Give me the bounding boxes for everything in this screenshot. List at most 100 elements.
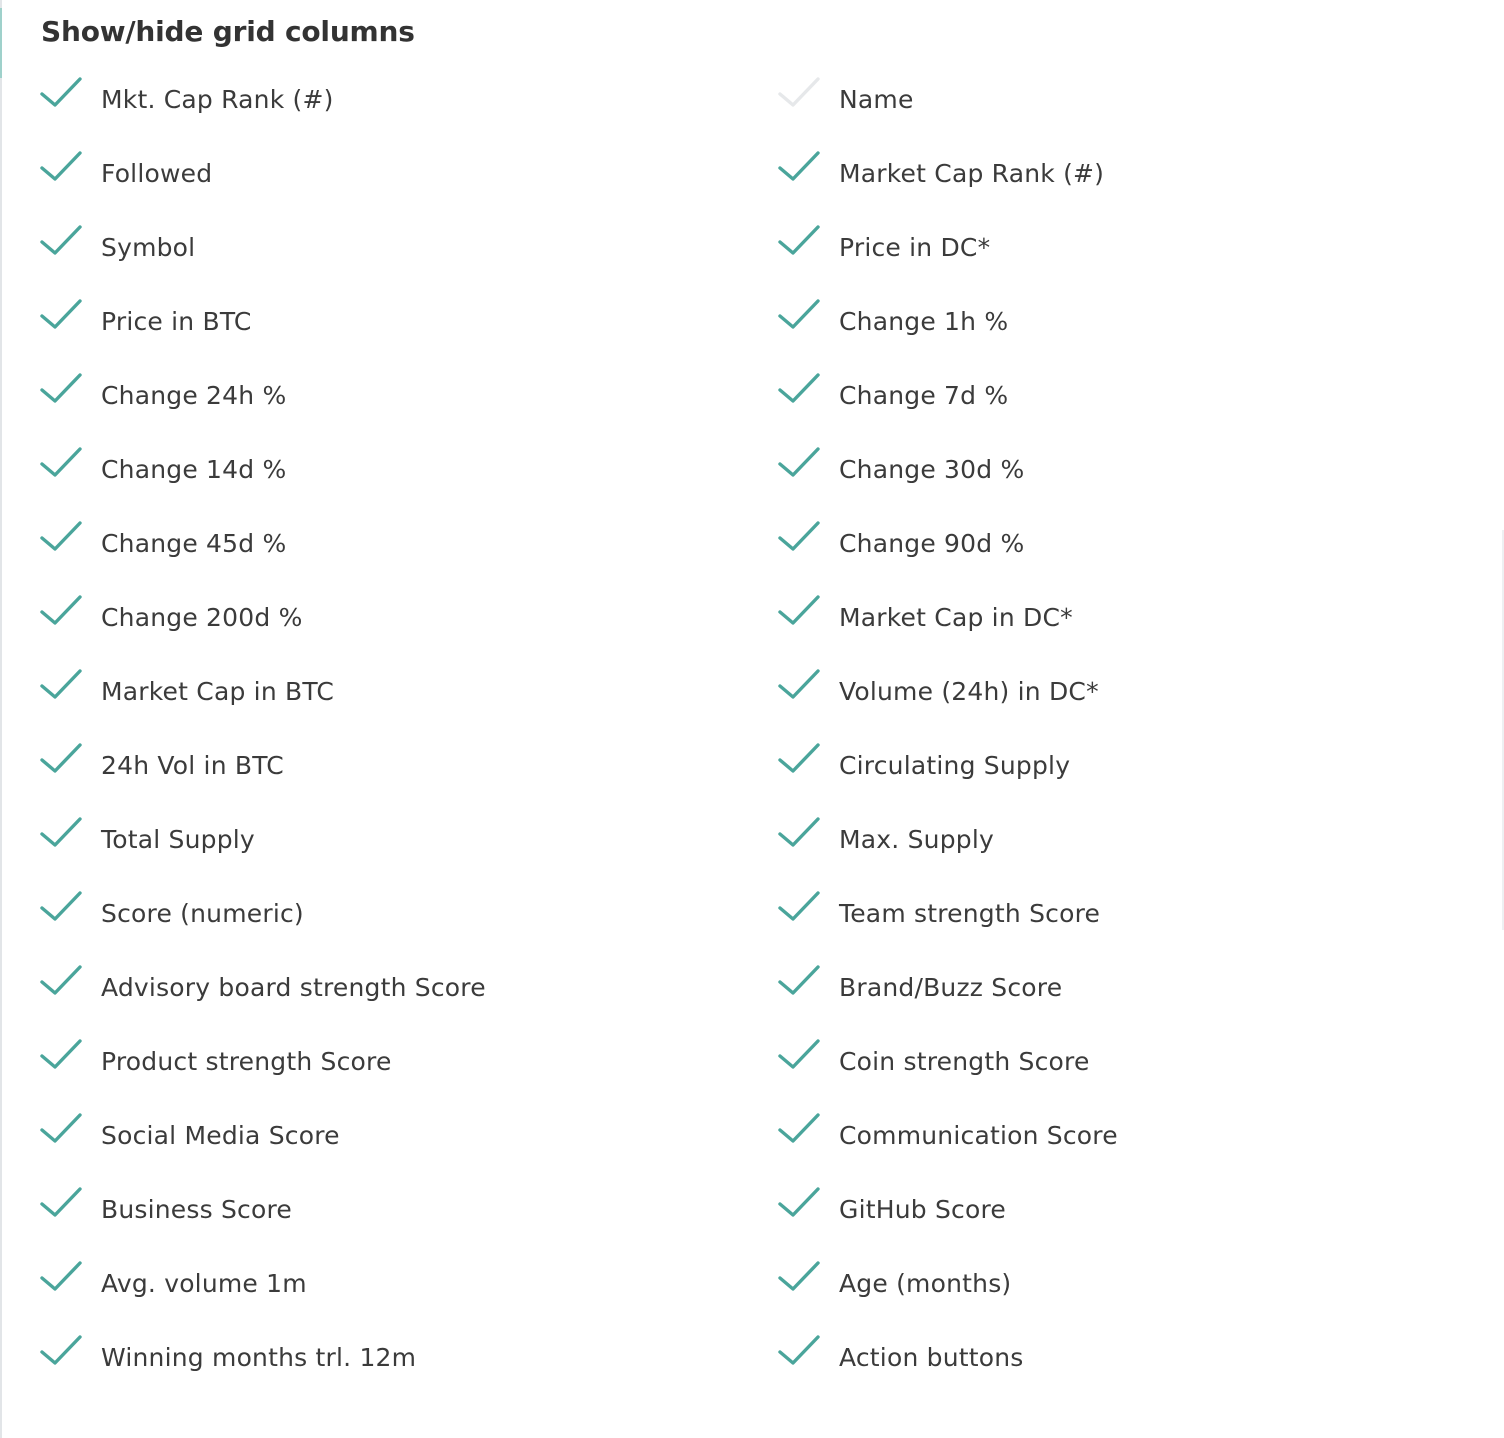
column-option-winning-months-trl-12m[interactable]: Winning months trl. 12m <box>38 1322 738 1396</box>
column-option-advisory-board-strength-score[interactable]: Advisory board strength Score <box>38 952 738 1026</box>
column-option-label: Mkt. Cap Rank (#) <box>101 85 334 114</box>
checkmark-icon <box>778 1039 820 1069</box>
column-option-label: Name <box>839 85 914 114</box>
column-option-label: Advisory board strength Score <box>101 973 486 1002</box>
column-option-24h-vol-in-btc[interactable]: 24h Vol in BTC <box>38 730 738 804</box>
column-option-team-strength-score[interactable]: Team strength Score <box>776 878 1476 952</box>
column-option-age-months[interactable]: Age (months) <box>776 1248 1476 1322</box>
column-option-market-cap-in-dc[interactable]: Market Cap in DC* <box>776 582 1476 656</box>
column-option-mkt-cap-rank[interactable]: Mkt. Cap Rank (#) <box>38 64 738 138</box>
column-option-product-strength-score[interactable]: Product strength Score <box>38 1026 738 1100</box>
column-option-price-in-btc[interactable]: Price in BTC <box>38 286 738 360</box>
column-option-communication-score[interactable]: Communication Score <box>776 1100 1476 1174</box>
column-option-label: Price in DC* <box>839 233 991 262</box>
column-options: Mkt. Cap Rank (#) Followed Symbol Price … <box>0 64 1504 1424</box>
column-option-label: 24h Vol in BTC <box>101 751 284 780</box>
checkmark-icon <box>778 1113 820 1143</box>
column-option-label: Change 30d % <box>839 455 1025 484</box>
column-option-label: Change 14d % <box>101 455 287 484</box>
column-option-name[interactable]: Name <box>776 64 1476 138</box>
checkmark-icon <box>778 965 820 995</box>
column-option-label: Change 200d % <box>101 603 303 632</box>
checkmark-icon <box>40 965 82 995</box>
column-option-brand-buzz-score[interactable]: Brand/Buzz Score <box>776 952 1476 1026</box>
column-option-label: Market Cap in DC* <box>839 603 1073 632</box>
column-option-change-45d[interactable]: Change 45d % <box>38 508 738 582</box>
column-option-label: Coin strength Score <box>839 1047 1090 1076</box>
column-option-change-24h[interactable]: Change 24h % <box>38 360 738 434</box>
column-option-avg-volume-1m[interactable]: Avg. volume 1m <box>38 1248 738 1322</box>
checkmark-icon <box>778 373 820 403</box>
column-option-change-200d[interactable]: Change 200d % <box>38 582 738 656</box>
checkmark-icon <box>40 595 82 625</box>
column-option-label: GitHub Score <box>839 1195 1006 1224</box>
column-option-total-supply[interactable]: Total Supply <box>38 804 738 878</box>
checkmark-icon <box>40 521 82 551</box>
column-option-label: Volume (24h) in DC* <box>839 677 1099 706</box>
column-option-change-90d[interactable]: Change 90d % <box>776 508 1476 582</box>
column-option-label: Change 45d % <box>101 529 287 558</box>
checkmark-icon <box>778 817 820 847</box>
checkmark-icon <box>778 521 820 551</box>
column-option-max-supply[interactable]: Max. Supply <box>776 804 1476 878</box>
column-option-circulating-supply[interactable]: Circulating Supply <box>776 730 1476 804</box>
column-option-label: Avg. volume 1m <box>101 1269 307 1298</box>
column-option-symbol[interactable]: Symbol <box>38 212 738 286</box>
column-option-label: Brand/Buzz Score <box>839 973 1063 1002</box>
checkmark-icon <box>778 891 820 921</box>
column-options-left: Mkt. Cap Rank (#) Followed Symbol Price … <box>38 64 738 1396</box>
column-option-label: Change 90d % <box>839 529 1025 558</box>
checkmark-icon <box>40 1187 82 1217</box>
column-option-label: Business Score <box>101 1195 293 1224</box>
checkmark-icon <box>778 77 820 107</box>
checkmark-icon <box>40 151 82 181</box>
column-option-score-numeric[interactable]: Score (numeric) <box>38 878 738 952</box>
column-option-label: Score (numeric) <box>101 899 304 928</box>
column-option-label: Market Cap in BTC <box>101 677 335 706</box>
checkmark-icon <box>40 1039 82 1069</box>
checkmark-icon <box>40 447 82 477</box>
column-option-label: Age (months) <box>839 1269 1012 1298</box>
checkmark-icon <box>778 743 820 773</box>
column-option-social-media-score[interactable]: Social Media Score <box>38 1100 738 1174</box>
checkmark-icon <box>778 299 820 329</box>
checkmark-icon <box>40 1335 82 1365</box>
checkmark-icon <box>778 1187 820 1217</box>
column-option-change-14d[interactable]: Change 14d % <box>38 434 738 508</box>
column-option-price-in-dc[interactable]: Price in DC* <box>776 212 1476 286</box>
column-option-label: Max. Supply <box>839 825 994 854</box>
checkmark-icon <box>40 669 82 699</box>
column-option-market-cap-rank[interactable]: Market Cap Rank (#) <box>776 138 1476 212</box>
column-option-followed[interactable]: Followed <box>38 138 738 212</box>
checkmark-icon <box>778 1261 820 1291</box>
column-option-change-1h[interactable]: Change 1h % <box>776 286 1476 360</box>
column-option-action-buttons[interactable]: Action buttons <box>776 1322 1476 1396</box>
column-option-volume-24h-in-dc[interactable]: Volume (24h) in DC* <box>776 656 1476 730</box>
column-option-label: Symbol <box>101 233 196 262</box>
column-option-market-cap-in-btc[interactable]: Market Cap in BTC <box>38 656 738 730</box>
column-option-business-score[interactable]: Business Score <box>38 1174 738 1248</box>
checkmark-icon <box>778 151 820 181</box>
checkmark-icon <box>40 1113 82 1143</box>
column-option-github-score[interactable]: GitHub Score <box>776 1174 1476 1248</box>
panel-title: Show/hide grid columns <box>41 15 415 48</box>
column-option-label: Market Cap Rank (#) <box>839 159 1105 188</box>
column-option-label: Communication Score <box>839 1121 1118 1150</box>
column-option-coin-strength-score[interactable]: Coin strength Score <box>776 1026 1476 1100</box>
column-visibility-panel: Show/hide grid columns Mkt. Cap Rank (#)… <box>0 0 1504 1438</box>
column-option-label: Change 1h % <box>839 307 1009 336</box>
checkmark-icon <box>40 373 82 403</box>
checkmark-icon <box>778 225 820 255</box>
column-option-change-7d[interactable]: Change 7d % <box>776 360 1476 434</box>
column-option-label: Action buttons <box>839 1343 1024 1372</box>
checkmark-icon <box>40 817 82 847</box>
column-option-label: Change 24h % <box>101 381 287 410</box>
checkmark-icon <box>778 595 820 625</box>
column-option-label: Total Supply <box>101 825 255 854</box>
checkmark-icon <box>778 447 820 477</box>
column-option-label: Social Media Score <box>101 1121 340 1150</box>
column-option-label: Circulating Supply <box>839 751 1071 780</box>
column-option-label: Price in BTC <box>101 307 252 336</box>
checkmark-icon <box>40 299 82 329</box>
column-option-change-30d[interactable]: Change 30d % <box>776 434 1476 508</box>
